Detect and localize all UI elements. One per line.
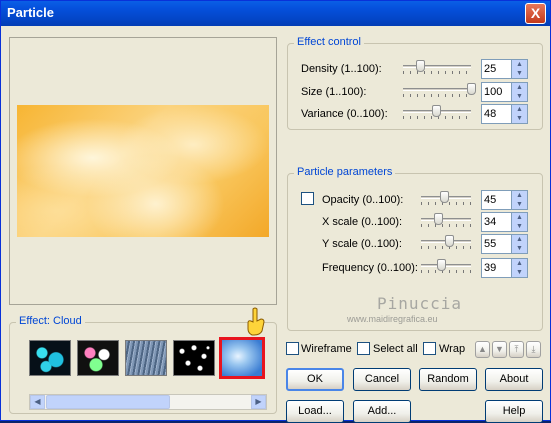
watermark-name: Pinuccia [377, 294, 463, 313]
size-spinner[interactable]: 100 ▲ ▼ [481, 82, 528, 102]
particle-parameters-legend: Particle parameters [294, 166, 396, 178]
slider-thumb[interactable] [431, 105, 441, 117]
variance-slider[interactable] [403, 105, 471, 119]
slider-thumb[interactable] [434, 213, 443, 225]
move-top-button[interactable]: ⤒ [509, 341, 524, 358]
opacity-value[interactable]: 45 [481, 190, 512, 210]
x-scale-label: X scale (0..100): [322, 216, 403, 228]
wireframe-checkbox[interactable] [286, 342, 299, 355]
x-scale-value[interactable]: 34 [481, 212, 512, 232]
particle-dialog: Particle X Effect control Density (1..10… [0, 0, 551, 423]
spin-up-icon[interactable]: ▲ [512, 235, 527, 244]
cloud-preview-image [17, 105, 269, 237]
opacity-label: Opacity (0..100): [322, 194, 404, 206]
slider-thumb[interactable] [416, 60, 425, 72]
effect-panel-legend: Effect: Cloud [16, 315, 85, 327]
effect-thumb-sparkles[interactable] [77, 340, 119, 376]
effect-horizontal-scrollbar[interactable]: ◀ ▶ [29, 394, 267, 410]
density-value[interactable]: 25 [481, 59, 512, 79]
effect-thumb-bubbles[interactable] [29, 340, 71, 376]
spin-up-icon[interactable]: ▲ [512, 213, 527, 222]
size-value[interactable]: 100 [481, 82, 512, 102]
preview-panel [9, 37, 277, 305]
spin-down-icon[interactable]: ▼ [512, 222, 527, 231]
watermark-url: www.maidiregrafica.eu [347, 314, 438, 324]
effect-thumb-cloud-selected[interactable] [219, 337, 265, 379]
arrow-bottom-icon: ⤓ [531, 344, 536, 354]
x-scale-slider[interactable] [421, 213, 471, 227]
pointer-hand-icon [247, 307, 265, 336]
variance-spinner[interactable]: 48 ▲ ▼ [481, 104, 528, 124]
wrap-checkbox[interactable] [423, 342, 436, 355]
spin-down-icon[interactable]: ▼ [512, 92, 527, 101]
density-slider[interactable] [403, 60, 471, 74]
frequency-slider[interactable] [421, 259, 471, 273]
effect-thumb-snow[interactable] [173, 340, 215, 376]
frequency-spinner[interactable]: 39 ▲ ▼ [481, 258, 528, 278]
opacity-spinner[interactable]: 45 ▲ ▼ [481, 190, 528, 210]
effect-thumb-rain[interactable] [125, 340, 167, 376]
select-all-checkbox[interactable] [357, 342, 370, 355]
spin-down-icon[interactable]: ▼ [512, 244, 527, 253]
help-button[interactable]: Help [485, 400, 543, 423]
size-slider[interactable] [403, 83, 476, 97]
variance-label: Variance (0..100): [301, 108, 388, 120]
wrap-label: Wrap [439, 343, 466, 355]
spin-up-icon[interactable]: ▲ [512, 191, 527, 200]
spin-down-icon[interactable]: ▼ [512, 200, 527, 209]
spin-up-icon[interactable]: ▲ [512, 83, 527, 92]
move-down-button[interactable]: ▼ [492, 341, 507, 358]
load-button[interactable]: Load... [286, 400, 344, 423]
random-button[interactable]: Random [419, 368, 477, 391]
frequency-value[interactable]: 39 [481, 258, 512, 278]
slider-thumb[interactable] [467, 83, 476, 95]
arrow-top-icon: ⤒ [514, 344, 519, 354]
about-button[interactable]: About [485, 368, 543, 391]
effect-control-legend: Effect control [294, 36, 364, 48]
slider-thumb[interactable] [439, 191, 449, 203]
window-title: Particle [7, 5, 54, 20]
move-bottom-button[interactable]: ⤓ [526, 341, 541, 358]
move-up-button[interactable]: ▲ [475, 341, 490, 358]
density-label: Density (1..100): [301, 63, 382, 75]
cancel-button[interactable]: Cancel [353, 368, 411, 391]
y-scale-slider[interactable] [421, 235, 471, 249]
slider-thumb[interactable] [444, 235, 454, 247]
frequency-label: Frequency (0..100): [322, 262, 418, 274]
scroll-left-icon[interactable]: ◀ [30, 395, 45, 409]
wireframe-label: Wireframe [301, 343, 352, 355]
ok-button[interactable]: OK [286, 368, 344, 391]
x-scale-spinner[interactable]: 34 ▲ ▼ [481, 212, 528, 232]
spin-down-icon[interactable]: ▼ [512, 69, 527, 78]
arrow-down-icon: ▼ [495, 344, 504, 354]
opacity-slider[interactable] [421, 191, 471, 205]
spin-up-icon[interactable]: ▲ [512, 105, 527, 114]
y-scale-value[interactable]: 55 [481, 234, 512, 254]
title-bar: Particle X [1, 1, 550, 26]
add-button[interactable]: Add... [353, 400, 411, 423]
spin-up-icon[interactable]: ▲ [512, 259, 527, 268]
slider-thumb[interactable] [436, 259, 446, 271]
select-all-label: Select all [373, 343, 418, 355]
size-label: Size (1..100): [301, 86, 367, 98]
scrollbar-thumb[interactable] [46, 395, 170, 409]
spin-down-icon[interactable]: ▼ [512, 114, 527, 123]
density-spinner[interactable]: 25 ▲ ▼ [481, 59, 528, 79]
y-scale-spinner[interactable]: 55 ▲ ▼ [481, 234, 528, 254]
arrow-up-icon: ▲ [478, 344, 487, 354]
spin-up-icon[interactable]: ▲ [512, 60, 527, 69]
variance-value[interactable]: 48 [481, 104, 512, 124]
spin-down-icon[interactable]: ▼ [512, 268, 527, 277]
close-button[interactable]: X [525, 3, 546, 24]
y-scale-label: Y scale (0..100): [322, 238, 402, 250]
scroll-right-icon[interactable]: ▶ [251, 395, 266, 409]
opacity-checkbox[interactable] [301, 192, 314, 205]
